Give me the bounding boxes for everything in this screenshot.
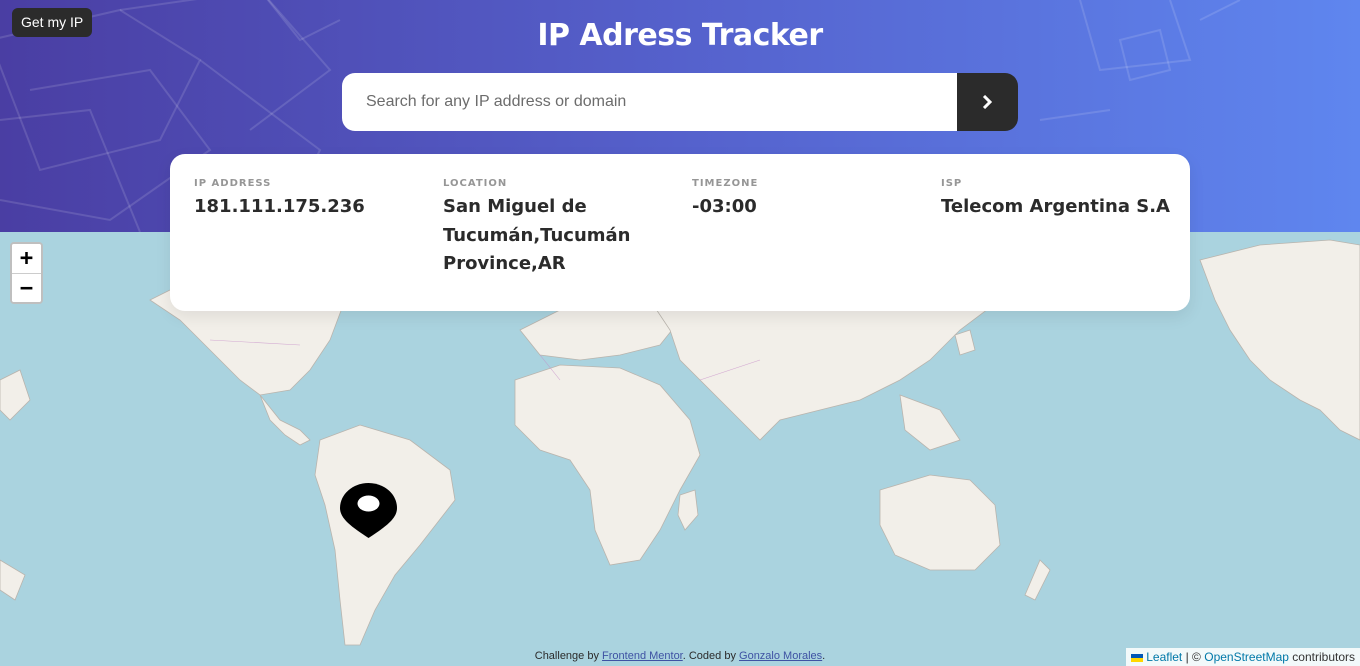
location-section: LOCATION San Miguel de Tucumán,Tucumán P… bbox=[443, 178, 648, 279]
page-title: IP Adress Tracker bbox=[537, 18, 823, 53]
get-my-ip-button[interactable]: Get my IP bbox=[12, 8, 93, 37]
search-bar bbox=[342, 73, 1018, 131]
timezone-section: TIMEZONE -03:00 bbox=[692, 178, 922, 222]
ip-address-label: IP ADDRESS bbox=[194, 178, 272, 189]
location-value: San Miguel de Tucumán,Tucumán Province,A… bbox=[443, 196, 631, 274]
location-label: LOCATION bbox=[443, 178, 508, 189]
zoom-control: + − bbox=[10, 242, 43, 304]
leaflet-link[interactable]: Leaflet bbox=[1146, 650, 1182, 664]
chevron-right-icon bbox=[982, 95, 993, 109]
isp-value: Telecom Argentina S.A bbox=[941, 196, 1170, 217]
zoom-in-button[interactable]: + bbox=[12, 244, 41, 273]
attribution-separator: | © bbox=[1185, 650, 1201, 664]
ukraine-flag-icon bbox=[1131, 653, 1144, 662]
map-attribution: Leaflet | © OpenStreetMap contributors bbox=[1126, 648, 1360, 666]
isp-label: ISP bbox=[941, 178, 963, 189]
ip-info-card: IP ADDRESS 181.111.175.236 LOCATION San … bbox=[170, 154, 1190, 311]
attribution-contributors: contributors bbox=[1292, 650, 1355, 664]
ip-address-value: 181.111.175.236 bbox=[194, 196, 365, 217]
isp-section: ISP Telecom Argentina S.A bbox=[941, 178, 1181, 222]
search-submit-button[interactable] bbox=[957, 73, 1018, 131]
openstreetmap-link[interactable]: OpenStreetMap bbox=[1204, 650, 1289, 664]
author-link[interactable]: Gonzalo Morales bbox=[739, 650, 822, 662]
timezone-value: -03:00 bbox=[692, 196, 757, 217]
frontend-mentor-link[interactable]: Frontend Mentor bbox=[602, 650, 683, 662]
coded-by-text: . Coded by bbox=[682, 650, 736, 662]
challenge-by-text: Challenge by bbox=[534, 650, 599, 662]
timezone-label: TIMEZONE bbox=[692, 178, 759, 189]
zoom-out-button[interactable]: − bbox=[12, 273, 41, 302]
ip-address-section: IP ADDRESS 181.111.175.236 bbox=[194, 178, 424, 222]
location-pin-icon[interactable] bbox=[340, 483, 397, 538]
footer-period: . bbox=[822, 650, 826, 662]
search-input[interactable] bbox=[342, 73, 957, 131]
